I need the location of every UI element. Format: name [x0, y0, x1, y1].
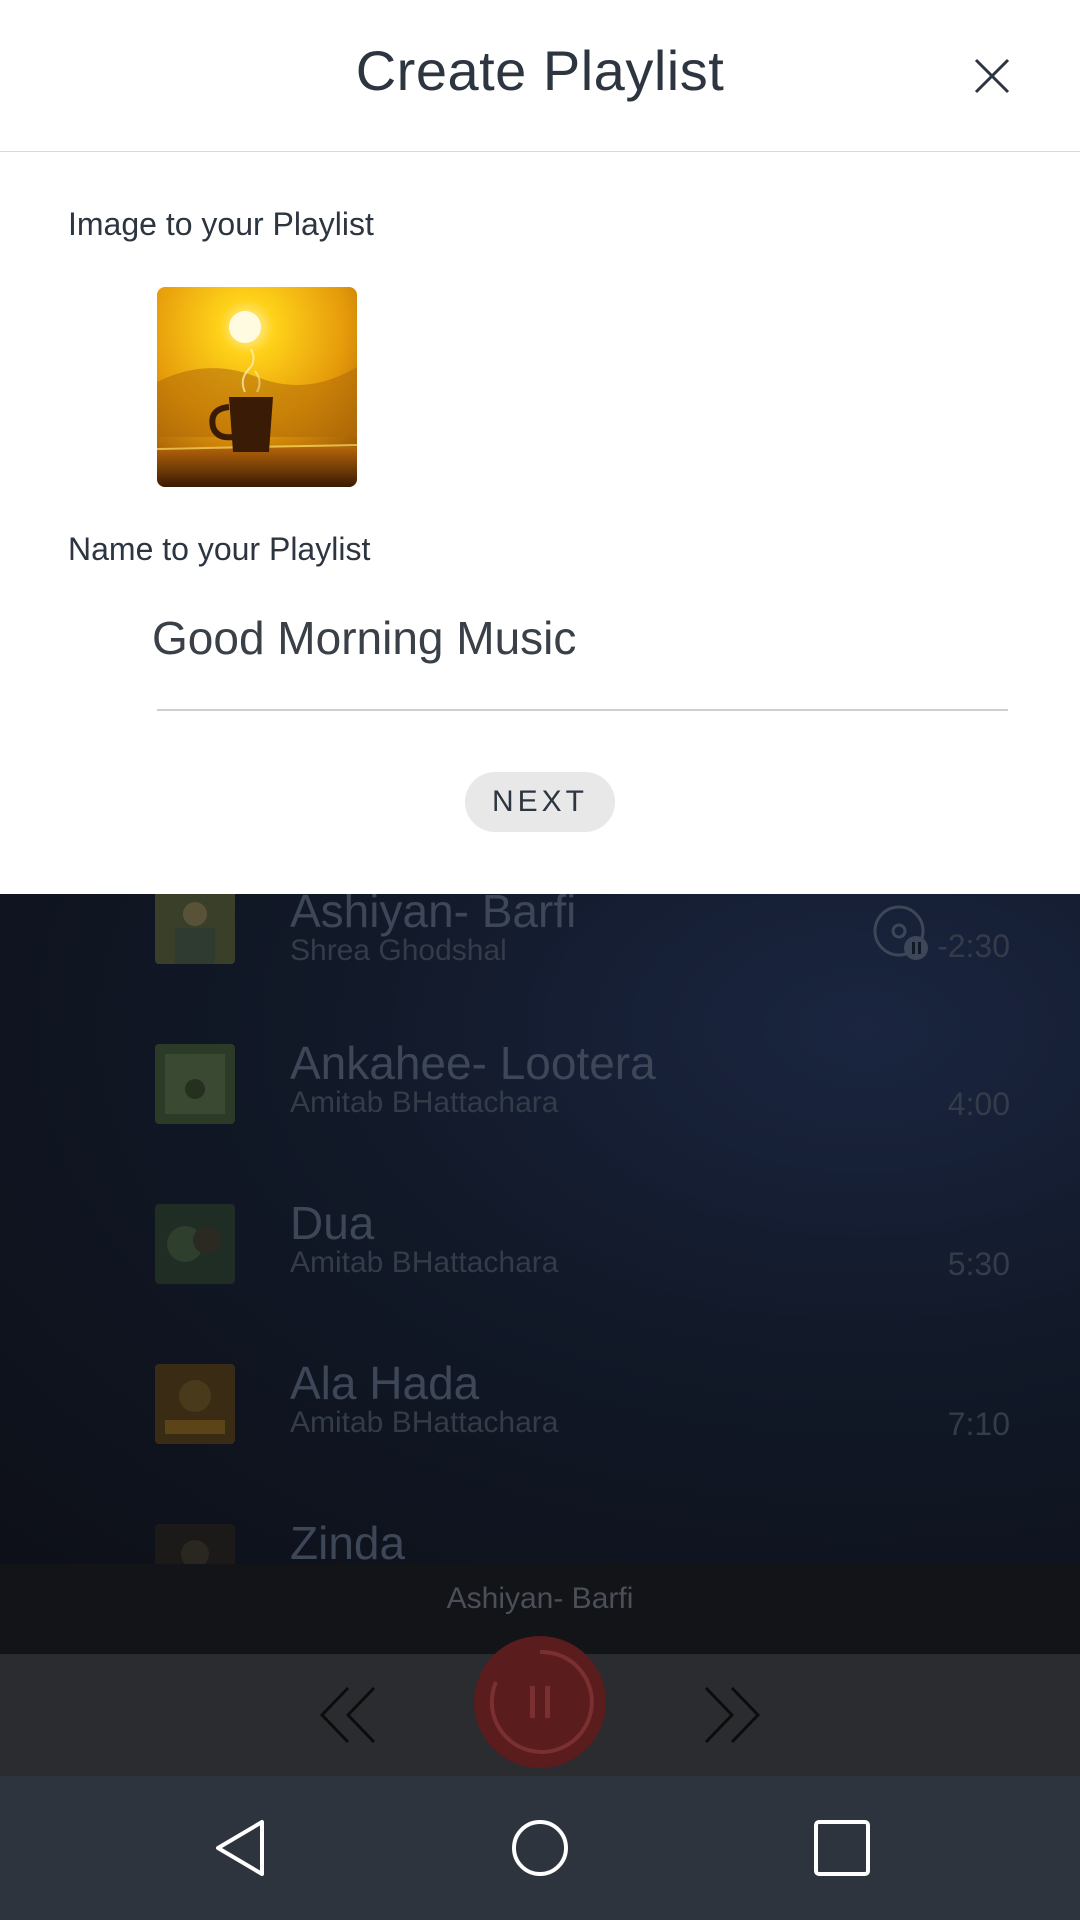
song-duration: 7:10 [947, 1406, 1010, 1442]
song-thumbnail [155, 1204, 235, 1284]
name-section-label: Name to your Playlist [68, 531, 371, 567]
song-title: Ala Hada [290, 1357, 480, 1409]
double-chevron-right-icon [704, 1686, 761, 1744]
create-playlist-modal: Create Playlist Image to your Playlist N… [0, 0, 1080, 894]
song-row[interactable]: Dua Amitab BHattachara 5:30 [0, 1197, 1080, 1324]
song-list: Ashiyan- Barfi Shrea Ghodshal -2:30 Anka… [0, 894, 1080, 1564]
song-thumbnail [155, 894, 235, 964]
song-duration: 5:30 [947, 1246, 1010, 1282]
double-chevron-left-icon [319, 1686, 376, 1744]
pause-icon [489, 1649, 594, 1754]
playlist-name-input[interactable] [152, 603, 1008, 673]
song-title: Dua [290, 1197, 375, 1249]
next-button[interactable]: NEXT [465, 772, 615, 832]
song-title: Ankahee- Lootera [290, 1037, 656, 1089]
now-playing-title: Ashiyan- Barfi [446, 1582, 634, 1615]
song-artist: Amitab BHattachara [290, 1086, 559, 1119]
close-button[interactable] [970, 54, 1014, 98]
back-triangle-icon [216, 1820, 264, 1876]
song-row[interactable]: Ala Hada Amitab BHattachara 7:10 [0, 1357, 1080, 1484]
coffee-sunrise-image [157, 287, 357, 487]
playlist-image-picker[interactable] [157, 287, 357, 487]
song-thumbnail [155, 1044, 235, 1124]
song-artist: Amitab BHattachara [290, 1246, 559, 1279]
song-artist: Shrea Ghodshal [290, 934, 507, 967]
song-thumbnail [155, 1524, 235, 1564]
song-row[interactable]: Ankahee- Lootera Amitab BHattachara 4:00 [0, 1037, 1080, 1164]
song-row[interactable]: Ashiyan- Barfi Shrea Ghodshal -2:30 [0, 894, 1080, 1004]
input-underline [157, 709, 1008, 711]
nav-back-button[interactable] [210, 1816, 274, 1880]
play-pause-button[interactable] [474, 1636, 606, 1768]
now-playing-disc-icon [872, 904, 930, 962]
modal-title: Create Playlist [355, 39, 725, 102]
close-icon [974, 58, 1010, 94]
song-row[interactable]: Zinda [0, 1517, 1080, 1564]
song-duration: 4:00 [947, 1086, 1010, 1122]
nav-recents-button[interactable] [810, 1816, 874, 1880]
nav-home-button[interactable] [508, 1816, 572, 1880]
song-artist: Amitab BHattachara [290, 1406, 559, 1439]
song-duration: -2:30 [937, 928, 1010, 964]
previous-track-button[interactable] [318, 1684, 380, 1746]
song-title: Ashiyan- Barfi [290, 894, 577, 937]
next-track-button[interactable] [700, 1684, 762, 1746]
song-thumbnail [155, 1364, 235, 1444]
song-title: Zinda [290, 1517, 406, 1564]
modal-header: Create Playlist [0, 0, 1080, 152]
recents-square-icon [814, 1820, 870, 1876]
image-section-label: Image to your Playlist [68, 206, 374, 242]
home-circle-icon [512, 1820, 568, 1876]
